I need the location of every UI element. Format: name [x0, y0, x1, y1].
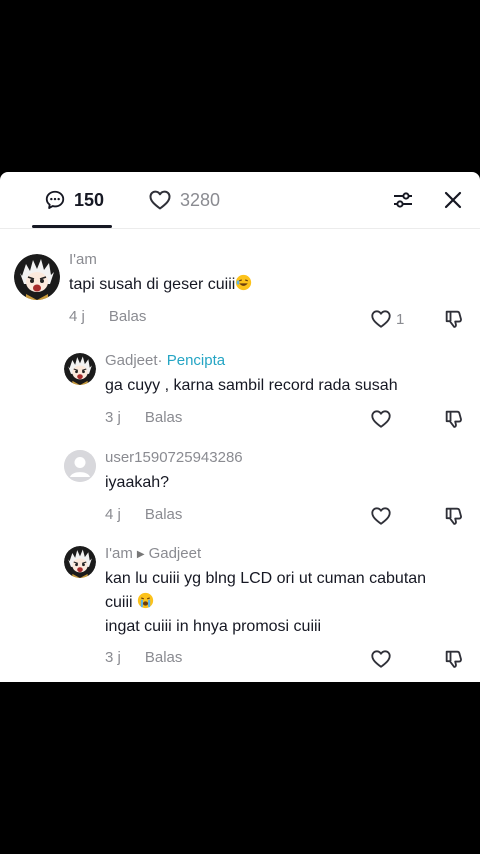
- comment-meta: 4 j Balas: [105, 505, 243, 525]
- comment-time: 4 j: [105, 506, 121, 523]
- comment-text: ga cuyy , karna sambil record rada susah: [105, 377, 398, 394]
- crying-emoji-icon: [137, 592, 154, 609]
- reply-button[interactable]: Balas: [145, 505, 183, 525]
- comment-text: kan lu cuiii yg blng LCD ori ut cuman ca…: [105, 570, 427, 635]
- comment-time: 3 j: [105, 409, 121, 426]
- reply-item: user1590725943286 iyaakah? 4 j Balas: [0, 448, 480, 528]
- comment-username[interactable]: I'am: [69, 250, 252, 270]
- filter-button[interactable]: [389, 186, 417, 214]
- comment-body: Gadjeet· Pencipta ga cuyy , karna sambil…: [105, 351, 398, 428]
- like-button[interactable]: 1: [370, 307, 410, 331]
- comment-text: iyaakah?: [105, 474, 170, 491]
- likes-count: 3280: [180, 189, 221, 210]
- like-button[interactable]: [370, 407, 410, 431]
- anime-avatar-icon: [64, 353, 96, 385]
- dislike-button[interactable]: [442, 504, 466, 528]
- heart-icon: [370, 505, 392, 527]
- like-button[interactable]: [370, 504, 410, 528]
- comment-time: 4 j: [69, 308, 85, 325]
- comments-header: 150 3280: [0, 172, 480, 229]
- heart-icon: [148, 188, 172, 212]
- comments-count: 150: [74, 189, 105, 210]
- comment-username-line: I'am ▶ Gadjeet: [105, 544, 426, 564]
- dislike-button[interactable]: [442, 647, 466, 671]
- reply-item: I'am ▶ Gadjeet kan lu cuiii yg blng LCD or…: [0, 544, 480, 672]
- comment-meta: 4 j Balas: [69, 307, 252, 327]
- heart-icon: [370, 648, 392, 670]
- avatar[interactable]: [64, 353, 96, 385]
- thumbs-down-icon: [443, 408, 465, 430]
- avatar[interactable]: [64, 450, 96, 482]
- comment-item: I'am tapi susah di geser cuiii 4 j Balas…: [0, 250, 480, 332]
- tab-comments[interactable]: 150: [44, 172, 104, 228]
- separator: ·: [157, 352, 163, 369]
- like-button[interactable]: [370, 647, 410, 671]
- comment-username[interactable]: I'am: [105, 545, 133, 562]
- active-tab-indicator: [32, 225, 112, 228]
- comment-body: I'am tapi susah di geser cuiii 4 j Balas: [69, 250, 252, 327]
- laughing-emoji-icon: [235, 274, 252, 291]
- heart-icon: [370, 408, 392, 430]
- creator-badge: Pencipta: [166, 352, 226, 369]
- heart-icon: [370, 308, 392, 330]
- comment-bubble-icon: [45, 190, 65, 209]
- avatar[interactable]: [14, 254, 60, 300]
- close-icon: [444, 191, 462, 209]
- thumbs-down-icon: [443, 308, 465, 330]
- anime-avatar-icon: [64, 546, 96, 578]
- comment-text: tapi susah di geser cuiii: [69, 273, 252, 297]
- reply-item: Gadjeet· Pencipta ga cuyy , karna sambil…: [0, 351, 480, 431]
- reply-arrow-icon: ▶: [136, 549, 145, 560]
- comment-body: user1590725943286 iyaakah? 4 j Balas: [105, 448, 243, 525]
- reply-to-username[interactable]: Gadjeet: [149, 545, 202, 562]
- dislike-button[interactable]: [442, 407, 466, 431]
- avatar[interactable]: [64, 546, 96, 578]
- thumbs-down-icon: [443, 505, 465, 527]
- thumbs-down-icon: [443, 648, 465, 670]
- reply-button[interactable]: Balas: [145, 408, 183, 428]
- default-user-icon: [64, 450, 96, 482]
- tab-likes[interactable]: 3280: [148, 172, 220, 228]
- sliders-icon: [394, 192, 412, 208]
- reply-button[interactable]: Balas: [145, 648, 183, 668]
- comment-meta: 3 j Balas: [105, 408, 398, 428]
- comment-time: 3 j: [105, 649, 121, 666]
- comment-username[interactable]: Gadjeet: [105, 352, 158, 369]
- close-button[interactable]: [439, 186, 467, 214]
- like-count: 1: [396, 310, 405, 328]
- anime-avatar-icon: [14, 254, 60, 300]
- comment-username-line: Gadjeet· Pencipta: [105, 351, 398, 371]
- comments-sheet: 150 3280 I'am tapi susah di geser cuiii …: [0, 172, 480, 682]
- comment-username[interactable]: user1590725943286: [105, 448, 243, 468]
- dislike-button[interactable]: [442, 307, 466, 331]
- reply-button[interactable]: Balas: [109, 307, 147, 327]
